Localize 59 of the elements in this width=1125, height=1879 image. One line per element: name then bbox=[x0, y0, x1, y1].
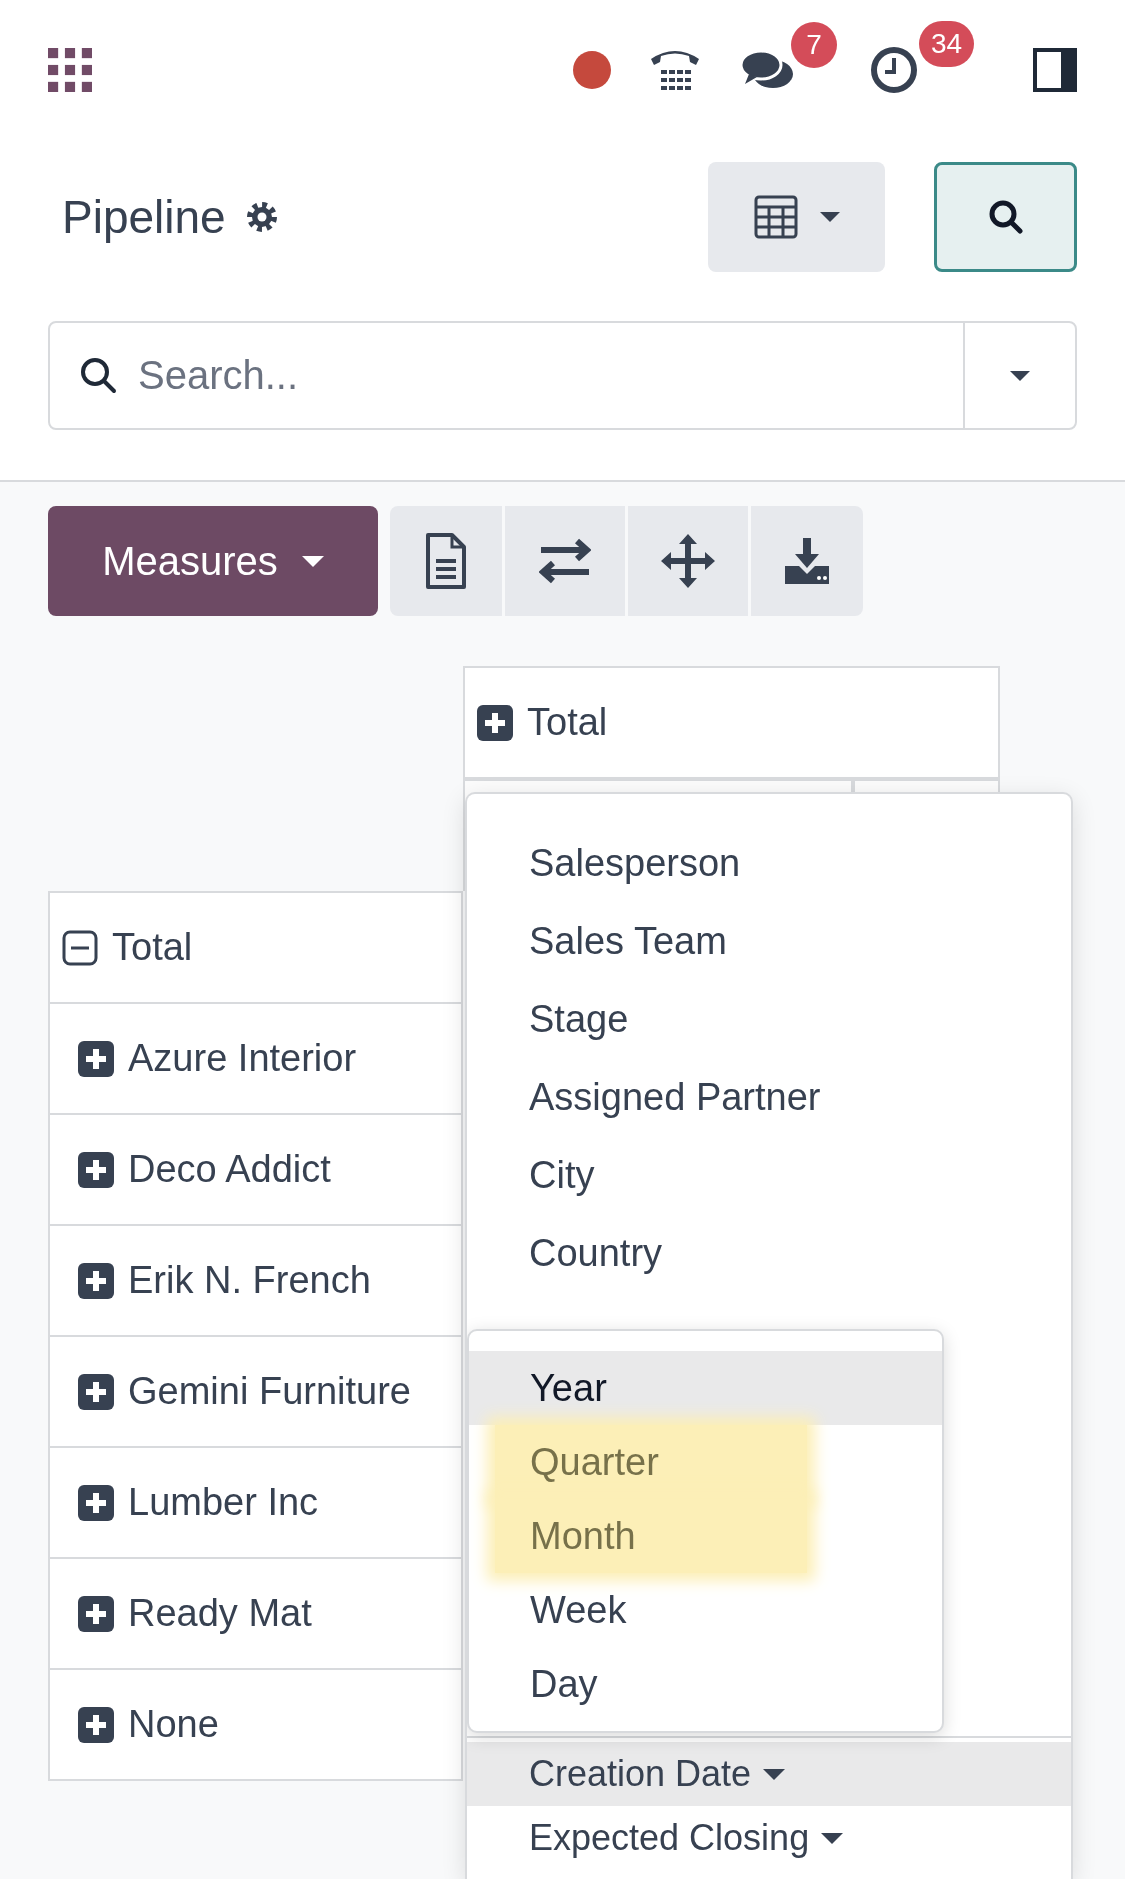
row-header[interactable]: Deco Addict bbox=[48, 1113, 463, 1226]
group-by-option[interactable]: Creation Date bbox=[467, 1742, 1071, 1806]
search-button[interactable] bbox=[934, 162, 1077, 272]
row-header[interactable]: Lumber Inc bbox=[48, 1446, 463, 1559]
table-icon bbox=[753, 195, 798, 239]
search-icon bbox=[80, 356, 118, 395]
group-by-option[interactable]: Assigned Partner bbox=[467, 1058, 1071, 1136]
interval-option[interactable]: Week bbox=[469, 1573, 942, 1647]
interval-option[interactable]: Quarter bbox=[495, 1425, 807, 1499]
interval-option[interactable]: Year bbox=[469, 1351, 942, 1425]
group-by-option[interactable]: Country bbox=[467, 1214, 1071, 1292]
row-header[interactable]: Gemini Furniture bbox=[48, 1335, 463, 1448]
group-by-option[interactable]: City bbox=[467, 1136, 1071, 1214]
search-bar[interactable]: Search... bbox=[48, 321, 1077, 430]
expand-all-button[interactable] bbox=[628, 506, 748, 616]
row-header-label: Lumber Inc bbox=[128, 1481, 319, 1524]
row-header-label: Ready Mat bbox=[128, 1592, 312, 1635]
column-header-label: Total bbox=[527, 701, 608, 744]
search-input[interactable]: Search... bbox=[118, 323, 963, 428]
row-header-label: Deco Addict bbox=[128, 1148, 331, 1191]
panel-icon[interactable] bbox=[1033, 48, 1077, 92]
row-header-label: Gemini Furniture bbox=[128, 1370, 411, 1413]
caret-icon bbox=[301, 555, 324, 567]
flip-axis-button[interactable] bbox=[505, 506, 625, 616]
row-header[interactable]: Ready Mat bbox=[48, 1557, 463, 1670]
caret-icon bbox=[821, 1832, 844, 1844]
caret-icon bbox=[763, 1768, 786, 1780]
row-header-label: Azure Interior bbox=[128, 1037, 357, 1080]
row-header-label: Erik N. French bbox=[128, 1259, 371, 1302]
interval-option[interactable]: Day bbox=[469, 1647, 942, 1721]
status-dot[interactable] bbox=[573, 51, 611, 89]
clock-icon[interactable] bbox=[869, 45, 919, 95]
message-count-badge: 7 bbox=[791, 22, 837, 68]
interval-option[interactable]: Month bbox=[495, 1499, 807, 1573]
swap-arrows-icon bbox=[539, 538, 591, 584]
search-icon bbox=[987, 199, 1024, 235]
row-header[interactable]: None bbox=[48, 1668, 463, 1781]
page-title: Pipeline bbox=[62, 190, 226, 244]
caret-icon bbox=[819, 212, 840, 222]
move-arrows-icon bbox=[661, 534, 715, 588]
group-by-option[interactable]: Salesperson bbox=[467, 824, 1071, 902]
activity-count-badge: 34 bbox=[919, 21, 975, 67]
row-header[interactable]: Azure Interior bbox=[48, 1002, 463, 1115]
measures-button[interactable]: Measures bbox=[48, 506, 378, 616]
row-header-label: Total bbox=[112, 926, 193, 969]
group-by-option[interactable]: Expected Closing bbox=[467, 1806, 1071, 1870]
group-by-option[interactable]: Sales Team bbox=[467, 902, 1071, 980]
insert-in-spreadsheet-button[interactable] bbox=[390, 506, 502, 616]
file-icon bbox=[426, 533, 466, 589]
download-button[interactable] bbox=[751, 506, 863, 616]
caret-icon bbox=[1010, 370, 1030, 381]
column-header[interactable]: Total bbox=[463, 666, 1000, 779]
row-header[interactable]: Total bbox=[48, 891, 463, 1004]
download-icon bbox=[783, 538, 831, 584]
group-by-option[interactable]: Stage bbox=[467, 980, 1071, 1058]
apps-icon[interactable] bbox=[48, 48, 92, 92]
row-header-label: None bbox=[128, 1703, 219, 1746]
view-switcher-button[interactable] bbox=[708, 162, 885, 272]
row-header[interactable]: Erik N. French bbox=[48, 1224, 463, 1337]
